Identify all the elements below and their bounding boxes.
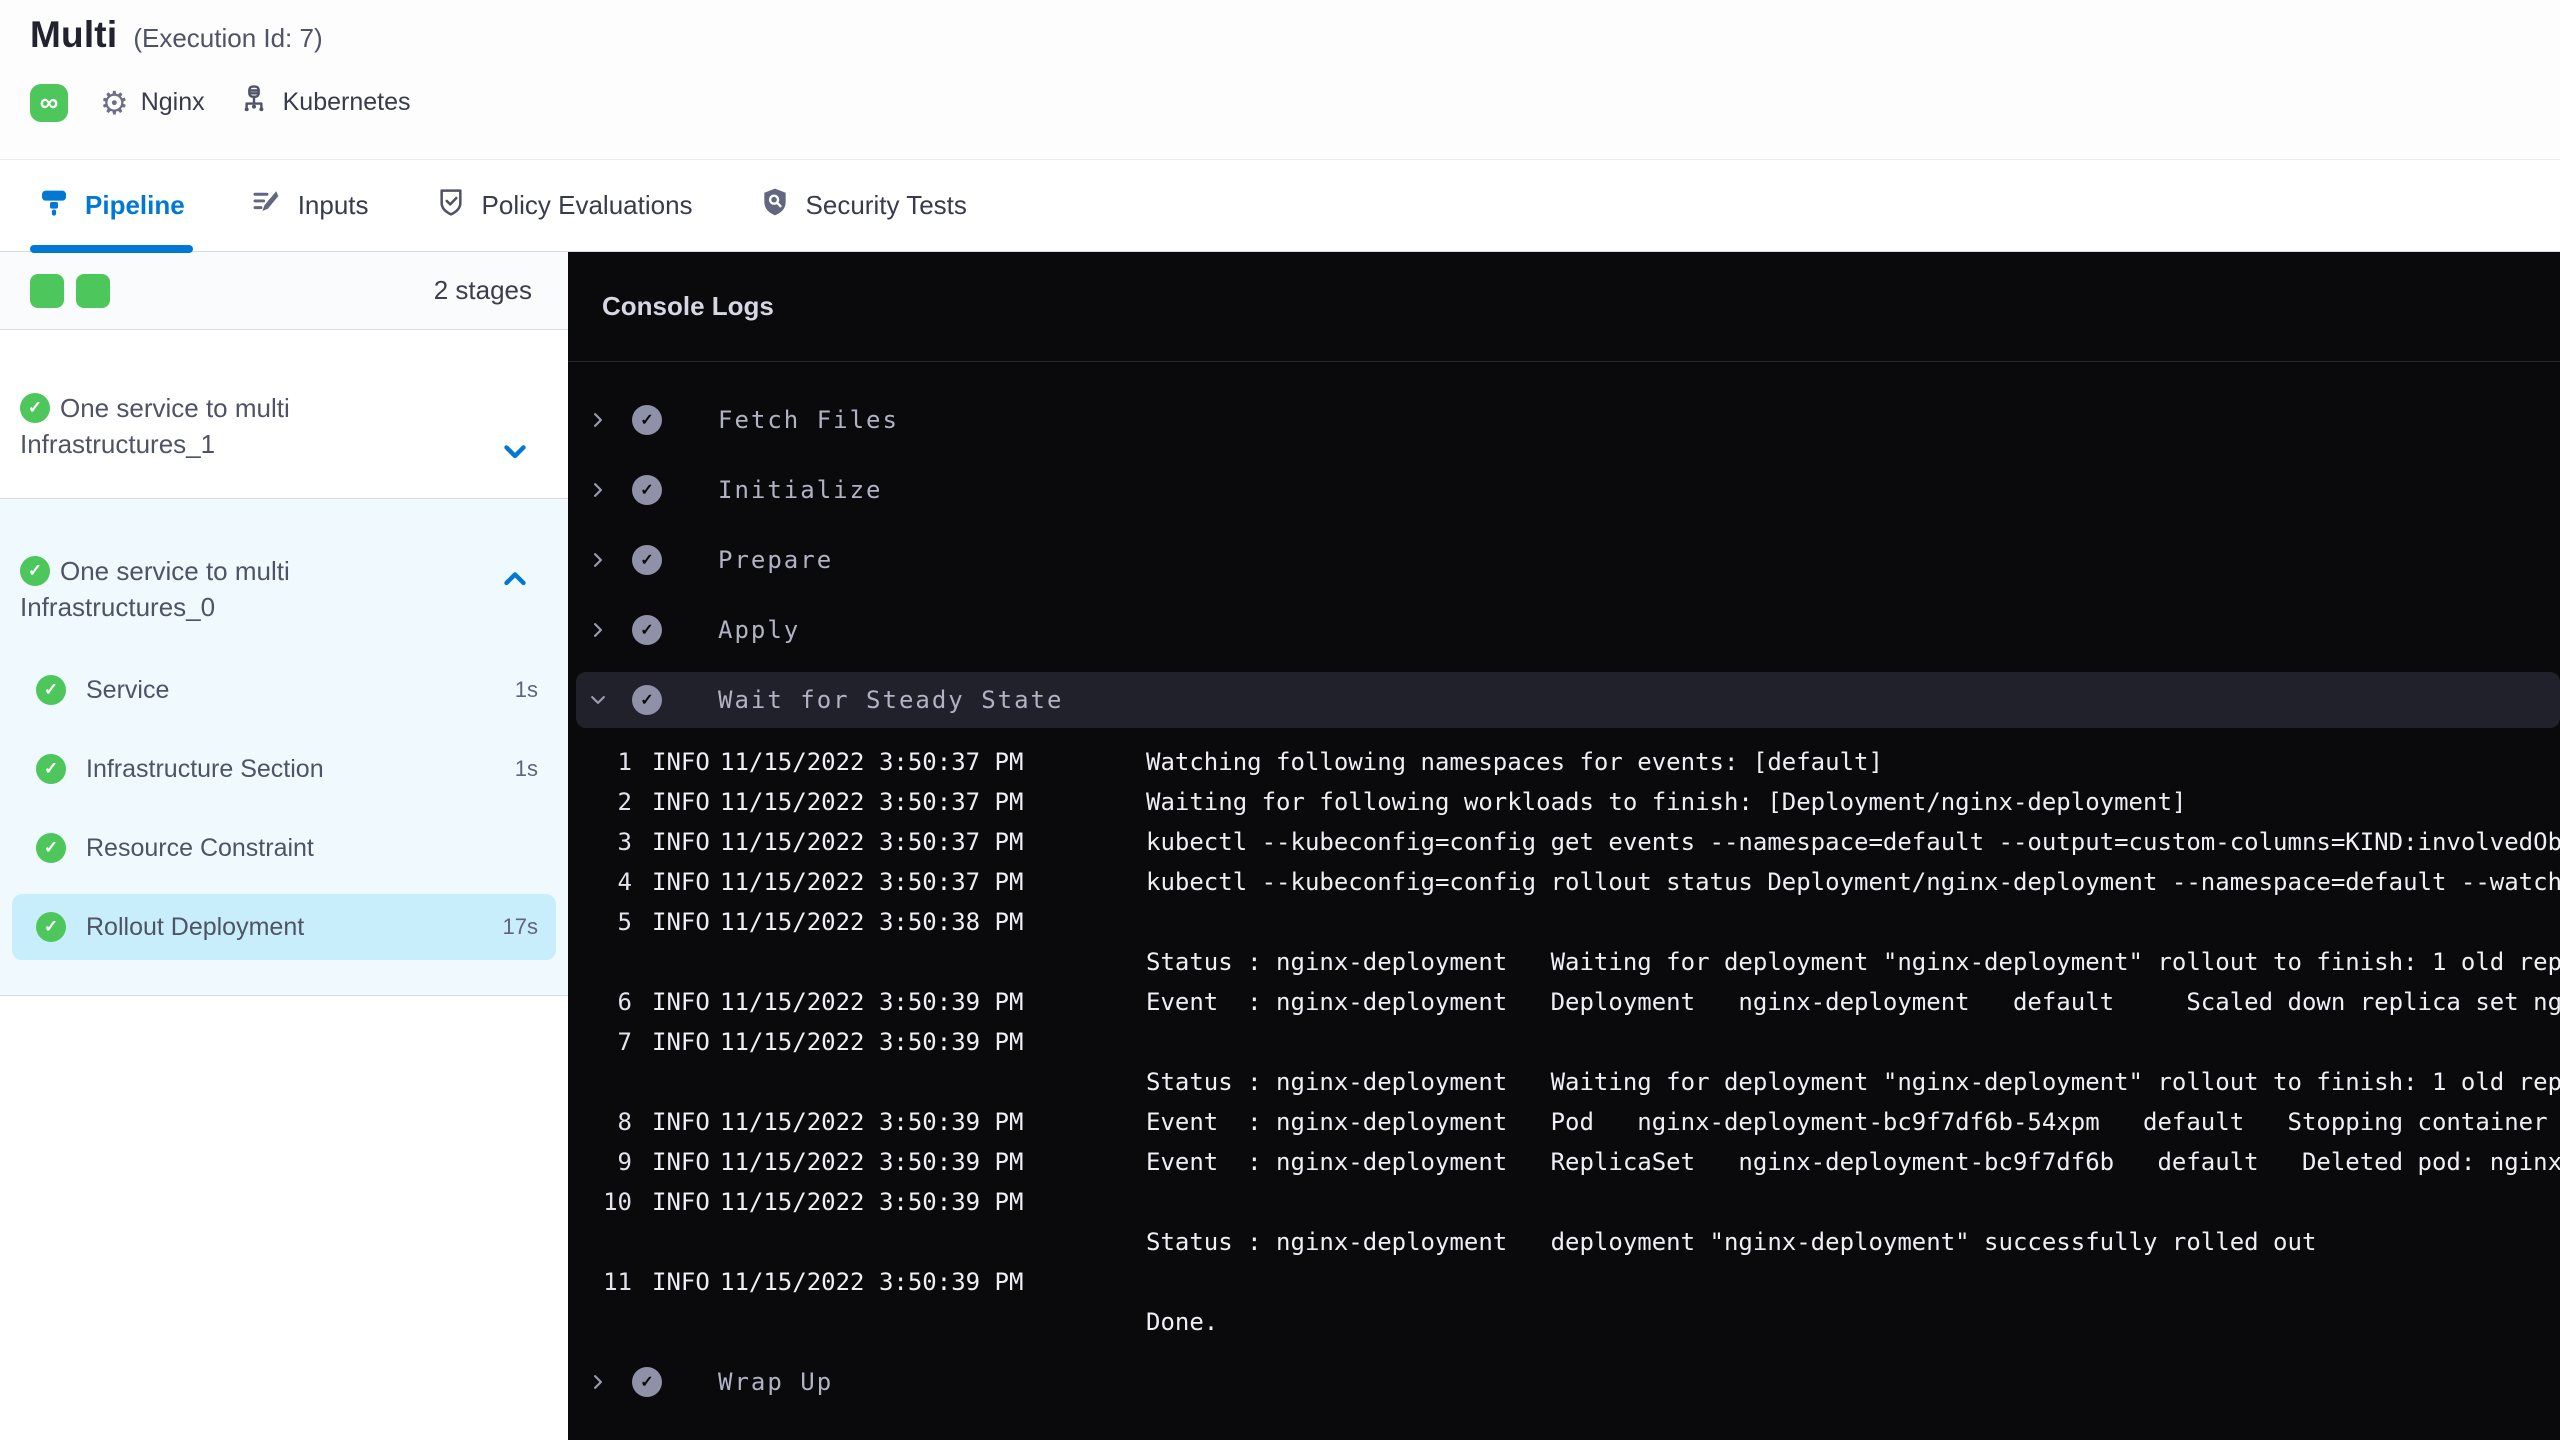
log-section-label: Initialize — [718, 476, 883, 504]
log-line: 5 INFO 11/15/2022 3:50:38 PM — [617, 908, 1024, 936]
console-body: ✓ Fetch Files ✓ Initialize ✓ Prepare ✓ A… — [568, 362, 2560, 1424]
success-check-icon: ✓ — [36, 912, 66, 942]
stage-status-square-1[interactable] — [30, 273, 64, 308]
security-shield-search-icon — [759, 186, 791, 225]
step-label: Resource Constraint — [86, 833, 314, 862]
log-line: 4 INFO 11/15/2022 3:50:37 PM kubectl --kube… — [617, 868, 2560, 896]
stage-label: One service to multi Infrastructures_0 — [20, 556, 290, 622]
service-chip-label: Nginx — [140, 88, 205, 116]
log-line: 9 INFO 11/15/2022 3:50:39 PM Event : nginx-… — [617, 1148, 2560, 1176]
stage-label: One service to multi Infrastructures_1 — [20, 393, 290, 459]
stage-card-infrastructures-0[interactable]: ✓ One service to multi Infrastructures_0 … — [0, 499, 568, 996]
log-line-continuation: Status : nginx-deployment Waiting for de… — [1146, 1068, 2560, 1096]
log-line: 7 INFO 11/15/2022 3:50:39 PM — [617, 1028, 1024, 1056]
log-section-wrap-up[interactable]: ✓ Wrap Up — [568, 1354, 2560, 1410]
tab-security-tests[interactable]: Security Tests — [759, 160, 967, 251]
step-infrastructure-section[interactable]: ✓ Infrastructure Section 1s — [0, 736, 568, 802]
step-success-badge-icon: ✓ — [632, 545, 662, 575]
log-section-wait-for-steady-state[interactable]: ✓ Wait for Steady State — [576, 672, 2560, 728]
stage-status-minimap[interactable] — [30, 273, 110, 308]
success-check-icon: ✓ — [20, 393, 50, 423]
step-success-badge-icon: ✓ — [632, 615, 662, 645]
tab-policy-evaluations-label: Policy Evaluations — [481, 190, 693, 220]
stage-status-square-2[interactable] — [76, 273, 110, 308]
step-label: Service — [86, 675, 170, 704]
success-check-icon: ✓ — [20, 556, 50, 586]
tab-security-tests-label: Security Tests — [805, 190, 967, 220]
log-section-apply[interactable]: ✓ Apply — [568, 602, 2560, 658]
log-line: 8 INFO 11/15/2022 3:50:39 PM Event : nginx-… — [617, 1108, 2560, 1136]
infrastructure-chip[interactable]: Kubernetes — [237, 82, 411, 123]
chevron-down-icon[interactable] — [498, 434, 532, 468]
log-line: 6 INFO 11/15/2022 3:50:39 PM Event : nginx-… — [617, 988, 2560, 1016]
log-lines: 1 INFO 11/15/2022 3:50:37 PM Watching follo… — [568, 742, 2560, 1342]
page-title: Multi — [30, 14, 118, 55]
pipeline-icon — [38, 186, 70, 225]
tab-policy-evaluations[interactable]: Policy Evaluations — [435, 160, 693, 251]
log-section-fetch-files[interactable]: ✓ Fetch Files — [568, 392, 2560, 448]
log-section-label: Fetch Files — [718, 406, 899, 434]
success-check-icon: ✓ — [36, 833, 66, 863]
log-line: 10 INFO 11/15/2022 3:50:39 PM — [603, 1188, 1024, 1216]
log-line: 1 INFO 11/15/2022 3:50:37 PM Watching follo… — [617, 748, 1883, 776]
step-list: ✓ Service 1s ✓ Infrastructure Section 1s… — [0, 657, 568, 960]
service-chip[interactable]: ⚙ Nginx — [100, 87, 205, 119]
infrastructure-icon — [237, 82, 271, 123]
step-label: Rollout Deployment — [86, 912, 305, 941]
stage-card-infrastructures-1[interactable]: ✓ One service to multi Infrastructures_1 — [0, 330, 568, 499]
execution-header: Multi (Execution Id: 7) ∞ ⚙ Nginx Kubern… — [0, 0, 2560, 160]
chevron-right-icon[interactable] — [588, 1372, 608, 1392]
step-success-badge-icon: ✓ — [632, 685, 662, 715]
log-section-label: Prepare — [718, 546, 834, 574]
log-section-initialize[interactable]: ✓ Initialize — [568, 462, 2560, 518]
chevron-right-icon[interactable] — [588, 480, 608, 500]
step-label: Infrastructure Section — [86, 754, 324, 783]
log-section-label: Wait for Steady State — [718, 686, 1064, 714]
tab-pipeline[interactable]: Pipeline — [30, 160, 193, 253]
console-logs-panel: Console Logs ✓ Fetch Files ✓ Initialize — [568, 252, 2560, 1440]
step-duration: 1s — [514, 756, 538, 781]
chevron-down-icon[interactable] — [588, 690, 608, 710]
step-success-badge-icon: ✓ — [632, 405, 662, 435]
tab-inputs[interactable]: Inputs — [251, 160, 369, 251]
log-line: 11 INFO 11/15/2022 3:50:39 PM — [603, 1268, 1024, 1296]
success-check-icon: ✓ — [36, 754, 66, 784]
policy-shield-check-icon — [435, 186, 467, 225]
chevron-right-icon[interactable] — [588, 550, 608, 570]
step-success-badge-icon: ✓ — [632, 475, 662, 505]
console-title: Console Logs — [602, 291, 774, 321]
chevron-right-icon[interactable] — [588, 410, 608, 430]
log-section-label: Wrap Up — [718, 1368, 834, 1396]
execution-id-label: (Execution Id: 7) — [133, 23, 323, 53]
step-duration: 17s — [502, 914, 538, 939]
stage-count-label: 2 stages — [433, 275, 532, 305]
step-duration: 1s — [514, 677, 538, 702]
chevron-right-icon[interactable] — [588, 620, 608, 640]
log-line: 2 INFO 11/15/2022 3:50:37 PM Waiting for fo… — [617, 788, 2187, 816]
step-resource-constraint[interactable]: ✓ Resource Constraint — [0, 815, 568, 881]
harness-cd-icon: ∞ — [30, 83, 68, 122]
success-check-icon: ✓ — [36, 675, 66, 705]
infrastructure-chip-label: Kubernetes — [282, 88, 411, 116]
log-line-continuation: Done. — [1146, 1308, 1219, 1336]
step-rollout-deployment[interactable]: ✓ Rollout Deployment 17s — [12, 894, 556, 960]
tab-pipeline-label: Pipeline — [85, 190, 185, 220]
log-line-continuation: Status : nginx-deployment Waiting for de… — [1146, 948, 2560, 976]
log-line-continuation: Status : nginx-deployment deployment "ng… — [1146, 1228, 2317, 1256]
inputs-icon — [251, 186, 283, 225]
console-header: Console Logs — [568, 252, 2560, 362]
pipeline-execution-page: Multi (Execution Id: 7) ∞ ⚙ Nginx Kubern… — [0, 0, 2560, 1440]
chevron-up-icon[interactable] — [498, 561, 532, 595]
step-success-badge-icon: ✓ — [632, 1367, 662, 1397]
log-section-prepare[interactable]: ✓ Prepare — [568, 532, 2560, 588]
log-line: 3 INFO 11/15/2022 3:50:37 PM kubectl --kube… — [617, 828, 2560, 856]
execution-stages-sidebar: 2 stages ✓ One service to multi Infrastru… — [0, 252, 568, 1440]
stages-summary-bar: 2 stages — [0, 252, 568, 330]
step-service[interactable]: ✓ Service 1s — [0, 657, 568, 723]
tab-inputs-label: Inputs — [297, 190, 369, 220]
gear-icon: ⚙ — [100, 84, 129, 121]
log-section-label: Apply — [718, 616, 801, 644]
execution-tabbar: Pipeline Inputs Policy Evaluations Secur… — [0, 160, 2560, 253]
